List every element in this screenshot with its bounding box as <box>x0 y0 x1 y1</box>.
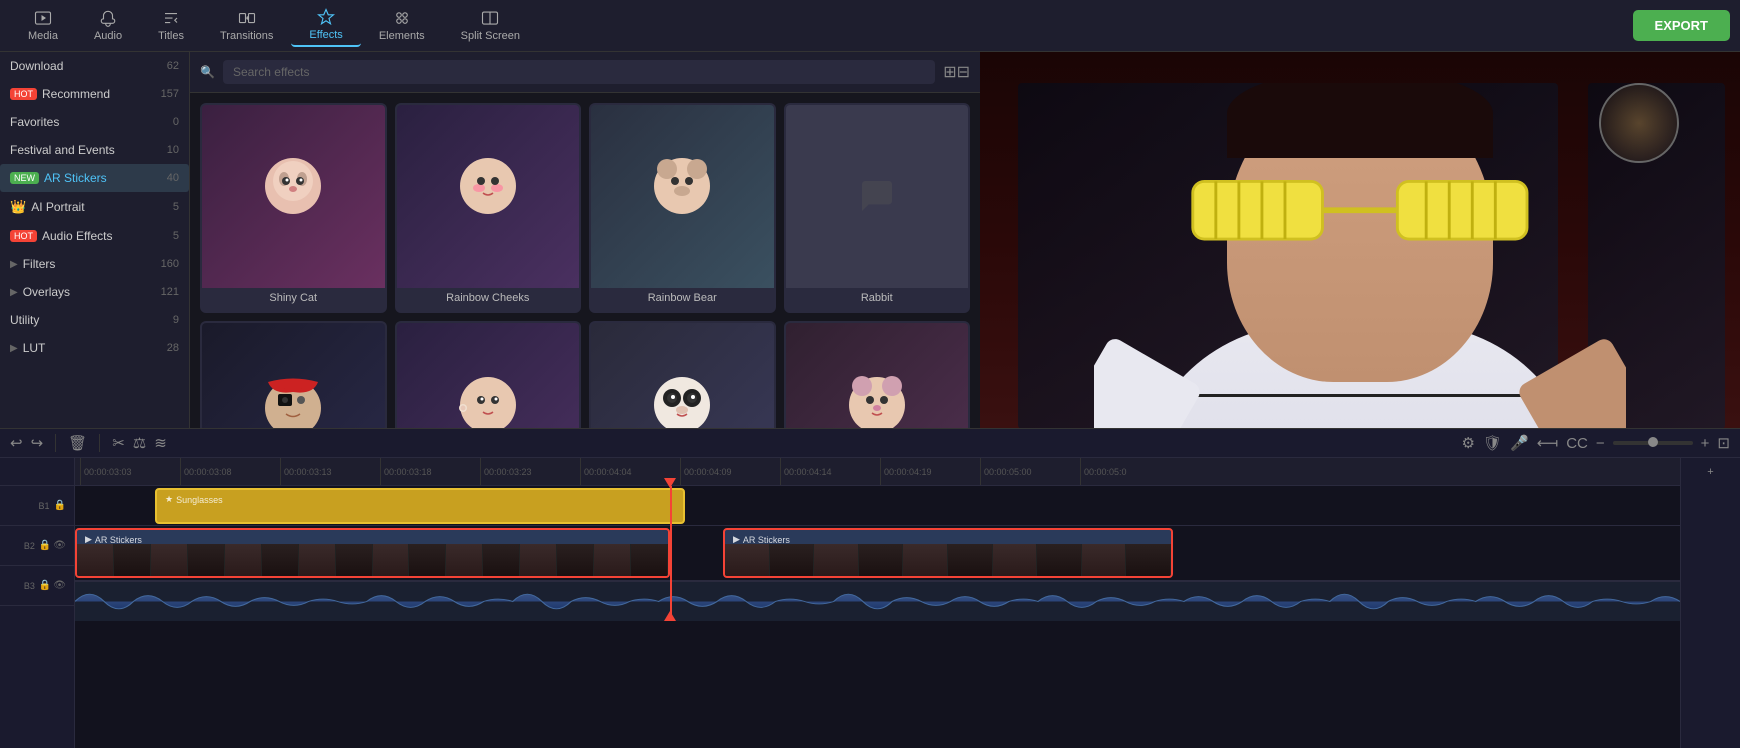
clip-ar-stickers-2[interactable]: ▶ AR Stickers <box>723 528 1173 578</box>
timeline-section: ↩ ↪ 🗑 ✂ ⚖ ≋ ⚙ 🛡 🎤 ⟻ CC − + ⊡ B <box>0 428 1740 748</box>
track-row-b1: ★ Sunglasses <box>75 486 1680 526</box>
playhead[interactable] <box>670 486 672 621</box>
timeline-mic-button[interactable]: 🎤 <box>1510 434 1529 452</box>
effect-card-rainbow-bear[interactable]: Rainbow Bear <box>589 103 776 313</box>
sidebar-item-ar-stickers[interactable]: NEW AR Stickers 40 <box>0 164 189 192</box>
clip-sunglasses[interactable]: ★ Sunglasses <box>155 488 685 524</box>
redo-button[interactable]: ↪ <box>31 434 44 452</box>
export-button[interactable]: EXPORT <box>1633 10 1730 41</box>
lock-icon-b3[interactable]: 🔒 <box>39 580 51 591</box>
sidebar-item-festival[interactable]: Festival and Events 10 <box>0 136 189 164</box>
sidebar-item-ai-portrait[interactable]: 👑 AI Portrait 5 <box>0 192 189 222</box>
timeline-shield-button[interactable]: 🛡 <box>1483 434 1502 452</box>
lock-icon-b2[interactable]: 🔒 <box>39 540 51 551</box>
zoom-out-button[interactable]: − <box>1596 435 1605 452</box>
zoom-in-button[interactable]: + <box>1701 435 1710 452</box>
effect-card-shiny-cat[interactable]: Shiny Cat <box>200 103 387 313</box>
audio-adjust-button[interactable]: ⚖ <box>133 434 146 452</box>
nav-transitions[interactable]: Transitions <box>202 5 291 46</box>
search-icon: 🔍 <box>200 65 215 79</box>
nav-effects[interactable]: Effects <box>291 4 360 47</box>
zoom-slider-thumb[interactable] <box>1648 437 1658 447</box>
timeline-split-button[interactable]: ⟻ <box>1537 434 1559 452</box>
time-ruler: 00:00:03:03 00:00:03:08 00:00:03:13 00:0… <box>75 458 1680 486</box>
sidebar-item-overlays[interactable]: ▶ Overlays 121 <box>0 278 189 306</box>
timeline-toolbar: ↩ ↪ 🗑 ✂ ⚖ ≋ ⚙ 🛡 🎤 ⟻ CC − + ⊡ <box>0 429 1740 458</box>
track-labels: B1 🔒 B2 🔒 👁 B3 🔒 👁 <box>0 458 75 748</box>
sidebar-item-recommend[interactable]: HOT Recommend 157 <box>0 80 189 108</box>
playhead-bottom <box>664 611 676 621</box>
sidebar-item-filters[interactable]: ▶ Filters 160 <box>0 250 189 278</box>
timeline-tracks[interactable]: 00:00:03:03 00:00:03:08 00:00:03:13 00:0… <box>75 458 1680 748</box>
clip-ar-stickers-1[interactable]: ▶ AR Stickers <box>75 528 670 578</box>
add-track-button[interactable]: + <box>1707 466 1713 478</box>
grid-toggle-button[interactable]: ⊞⊟ <box>943 62 970 82</box>
sidebar-item-lut[interactable]: ▶ LUT 28 <box>0 334 189 362</box>
playhead-top <box>664 478 676 488</box>
sidebar-item-favorites[interactable]: Favorites 0 <box>0 108 189 136</box>
sidebar-item-utility[interactable]: Utility 9 <box>0 306 189 334</box>
fit-button[interactable]: ⊡ <box>1717 434 1730 452</box>
search-bar: 🔍 ⊞⊟ <box>190 52 980 93</box>
sidebar-item-audio-effects[interactable]: HOT Audio Effects 5 <box>0 222 189 250</box>
lock-icon-b1[interactable]: 🔒 <box>54 500 66 511</box>
effect-card-rainbow-cheeks[interactable]: Rainbow Cheeks <box>395 103 582 313</box>
star-icon: ★ <box>165 494 173 505</box>
nav-titles[interactable]: Titles <box>140 5 202 46</box>
track-label-b2: B2 🔒 👁 <box>0 526 74 566</box>
waveform-row <box>75 581 1680 621</box>
timeline-settings-button[interactable]: ⚙ <box>1462 434 1475 452</box>
top-nav: Media Audio Titles Transitions Effects E… <box>0 0 1740 52</box>
nav-splitscreen[interactable]: Split Screen <box>443 5 538 46</box>
cut-button[interactable]: ✂ <box>112 434 125 452</box>
toolbar-separator <box>55 434 56 452</box>
nav-media[interactable]: Media <box>10 5 76 46</box>
ripple-button[interactable]: ≋ <box>154 434 167 452</box>
nav-audio[interactable]: Audio <box>76 5 140 46</box>
track-row-b2: ▶ AR Stickers <box>75 526 1680 581</box>
eye-icon-b3[interactable]: 👁 <box>53 580 66 591</box>
toolbar-separator2 <box>99 434 100 452</box>
sidebar-item-download[interactable]: Download 62 <box>0 52 189 80</box>
effect-card-rabbit[interactable]: Rabbit <box>784 103 971 313</box>
ruler-label-spacer <box>0 458 74 486</box>
timeline-body: B1 🔒 B2 🔒 👁 B3 🔒 👁 <box>0 458 1740 748</box>
search-input[interactable] <box>223 60 935 84</box>
delete-clip-button[interactable]: 🗑 <box>68 434 87 452</box>
track-label-b1: B1 🔒 <box>0 486 74 526</box>
timeline-right-toolbar: + <box>1680 458 1740 748</box>
timeline-cc-button[interactable]: CC <box>1566 435 1588 452</box>
ruler-marks: 00:00:03:03 00:00:03:08 00:00:03:13 00:0… <box>80 458 1675 486</box>
tracks-area: ★ Sunglasses ▶ AR Stickers <box>75 486 1680 621</box>
undo-button[interactable]: ↩ <box>10 434 23 452</box>
nav-elements[interactable]: Elements <box>361 5 443 46</box>
eye-icon-b2[interactable]: 👁 <box>53 540 66 551</box>
track-label-b3: B3 🔒 👁 <box>0 566 74 606</box>
